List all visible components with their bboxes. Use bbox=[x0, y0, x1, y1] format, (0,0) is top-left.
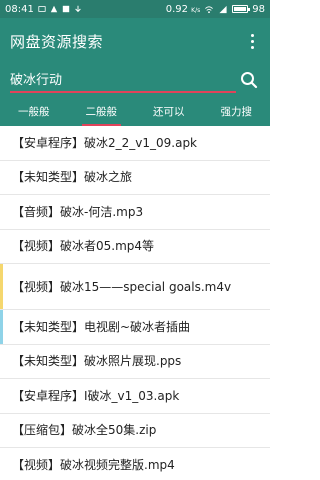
result-row[interactable]: 【未知类型】电视剧~破冰者插曲 bbox=[0, 310, 270, 345]
row-marker bbox=[0, 264, 3, 309]
network-speed: 0.92 K/s bbox=[166, 4, 201, 15]
flag-icon bbox=[62, 5, 70, 13]
row-marker bbox=[0, 345, 3, 379]
result-text: 【视频】破冰者05.mp4等 bbox=[12, 239, 155, 254]
result-text: 【未知类型】电视剧~破冰者插曲 bbox=[12, 319, 191, 334]
result-row[interactable]: 【未知类型】破冰之旅 bbox=[0, 161, 270, 195]
battery-icon bbox=[232, 5, 251, 13]
speed-unit: K/s bbox=[191, 6, 201, 14]
result-text: 【压缩包】破冰全50集.zip bbox=[12, 423, 157, 438]
result-row[interactable]: 【视频】破冰15——special goals.m4v bbox=[0, 264, 270, 310]
status-time: 08:41 bbox=[5, 3, 34, 15]
result-row[interactable]: 【安卓程序】破冰2_2_v1_09.apk bbox=[0, 126, 270, 161]
row-marker bbox=[0, 126, 3, 160]
result-row[interactable]: 【未知类型】破冰照片展现.pps bbox=[0, 345, 270, 379]
search-icon bbox=[241, 72, 258, 89]
result-text: 【未知类型】破冰照片展现.pps bbox=[12, 354, 182, 369]
result-row[interactable]: 【视频】破冰者05.mp4等 bbox=[0, 230, 270, 264]
result-row[interactable]: 【安卓程序】I破冰_v1_03.apk bbox=[0, 379, 270, 414]
warning-icon bbox=[50, 5, 58, 13]
results-list: 【安卓程序】破冰2_2_v1_09.apk 【未知类型】破冰之旅 【音频】破冰-何洁… bbox=[0, 126, 270, 480]
download-icon bbox=[75, 5, 81, 13]
result-row[interactable]: 【压缩包】破冰全50集.zip bbox=[0, 414, 270, 448]
row-marker bbox=[0, 195, 3, 229]
row-marker bbox=[0, 230, 3, 264]
search-input[interactable] bbox=[10, 67, 236, 93]
battery-text: 98 bbox=[252, 3, 265, 15]
tab-1[interactable]: 一般般 bbox=[0, 96, 68, 126]
wifi-icon bbox=[205, 5, 214, 13]
tab-4[interactable]: 强力搜 bbox=[203, 96, 271, 126]
tab-2[interactable]: 二般般 bbox=[68, 96, 136, 126]
result-text: 【安卓程序】I破冰_v1_03.apk bbox=[12, 388, 180, 403]
battery-fill bbox=[234, 7, 247, 11]
search-area bbox=[0, 64, 270, 96]
row-marker bbox=[0, 310, 3, 344]
row-marker bbox=[0, 414, 3, 448]
app-bar: 网盘资源搜索 bbox=[0, 18, 270, 64]
result-row[interactable]: 【音频】破冰-何洁.mp3 bbox=[0, 195, 270, 230]
tab-3[interactable]: 还可以 bbox=[135, 96, 203, 126]
result-text: 【音频】破冰-何洁.mp3 bbox=[12, 204, 144, 219]
more-vert-icon[interactable] bbox=[244, 29, 260, 53]
status-left: 08:41 bbox=[5, 4, 82, 15]
result-row[interactable]: 【视频】破冰视频完整版.mp4 bbox=[0, 448, 270, 480]
app-root: 08:41 0.92 K/s 98 网盘资源搜索 一般般二般般还可以强力搜 【安… bbox=[0, 0, 270, 480]
result-text: 【视频】破冰视频完整版.mp4 bbox=[12, 457, 175, 472]
status-bar: 08:41 0.92 K/s 98 bbox=[0, 0, 270, 18]
result-text: 【未知类型】破冰之旅 bbox=[12, 170, 133, 185]
tab-bar: 一般般 二般般 还可以 强力搜 bbox=[0, 96, 270, 126]
signal-icon bbox=[219, 5, 227, 13]
search-button[interactable] bbox=[238, 69, 260, 91]
app-title: 网盘资源搜索 bbox=[10, 32, 104, 51]
row-marker bbox=[0, 379, 3, 413]
speed-value: 0.92 bbox=[165, 3, 188, 15]
message-icon bbox=[38, 6, 46, 12]
row-marker bbox=[0, 448, 3, 480]
row-marker bbox=[0, 161, 3, 195]
status-right: 0.92 K/s 98 bbox=[166, 4, 265, 15]
result-text: 【安卓程序】破冰2_2_v1_09.apk bbox=[12, 135, 198, 150]
result-text: 【视频】破冰15——special goals.m4v bbox=[12, 279, 232, 294]
